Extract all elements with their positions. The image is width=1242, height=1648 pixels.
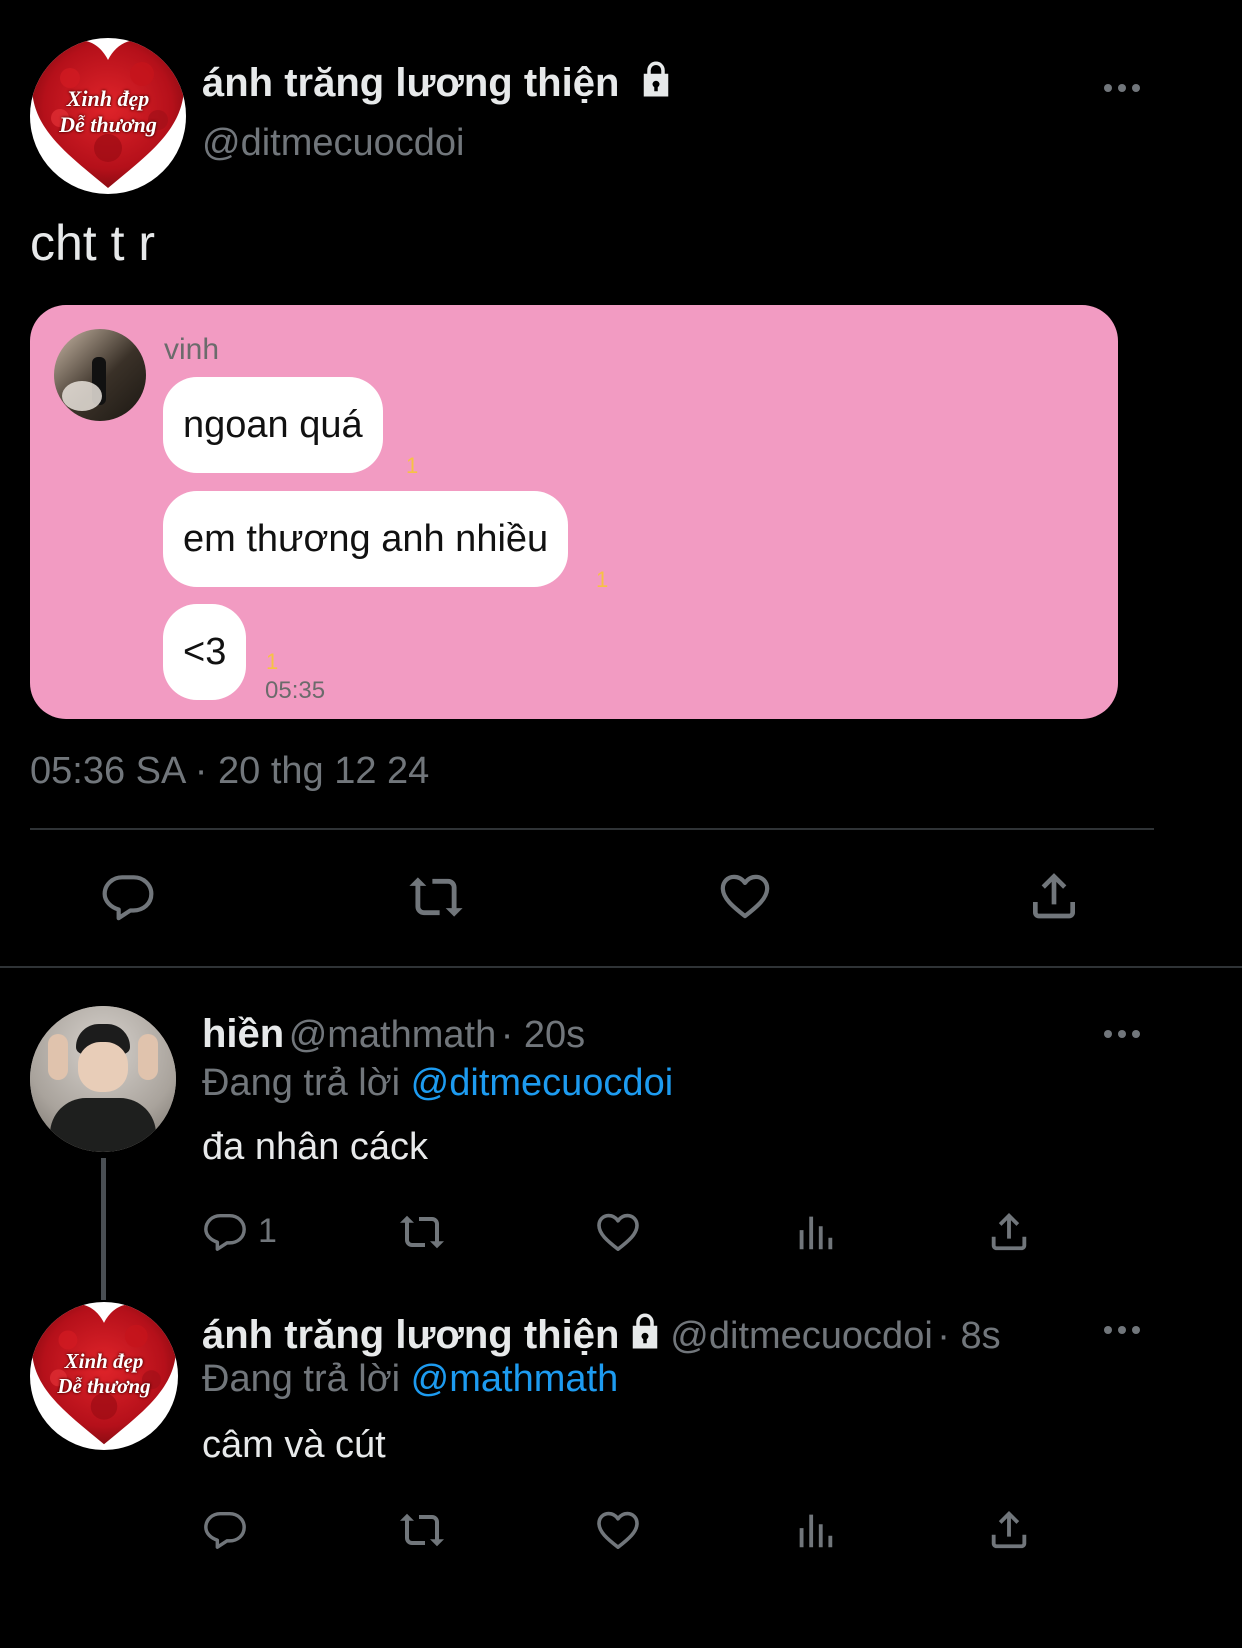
chat-bubble: <3 <box>163 604 247 700</box>
like-icon[interactable] <box>594 1208 642 1256</box>
tweet-timestamp[interactable]: 05:36 SA · 20 thg 12 24 <box>30 750 429 793</box>
avatar-text: Xinh đẹp <box>64 1349 144 1373</box>
read-count: 1 <box>266 649 279 674</box>
avatar-text: Dễ thương <box>59 112 157 137</box>
reply-header: ánh trăng lương thiện @ditmecuocdoi · 8s <box>202 1310 1001 1358</box>
like-icon[interactable] <box>594 1506 642 1554</box>
chat-bubble: em thương anh nhiều <box>163 491 569 587</box>
like-icon[interactable] <box>716 868 774 924</box>
retweet-icon[interactable] <box>396 1506 448 1554</box>
share-icon[interactable] <box>986 1206 1032 1256</box>
chat-sender: vinh <box>164 333 220 366</box>
avatar[interactable]: Xinh đẹp Dễ thương <box>30 1302 178 1450</box>
replying-to: Đang trả lời @ditmecuocdoi <box>202 1062 673 1105</box>
replying-to: Đang trả lời @mathmath <box>202 1358 618 1401</box>
mention-link[interactable]: @ditmecuocdoi <box>411 1062 673 1104</box>
replying-to-label: Đang trả lời <box>202 1062 401 1104</box>
display-name[interactable]: ánh trăng lương thiện <box>202 1313 619 1357</box>
share-icon[interactable] <box>1026 866 1082 924</box>
reply-icon[interactable] <box>202 1506 248 1552</box>
more-icon[interactable] <box>1104 1028 1144 1040</box>
display-name[interactable]: hiền <box>202 1012 284 1056</box>
mention-link[interactable]: @mathmath <box>411 1358 619 1400</box>
retweet-icon[interactable] <box>396 1208 448 1256</box>
avatar[interactable] <box>30 1006 176 1152</box>
post-age[interactable]: · 8s <box>937 1315 1000 1357</box>
tweet-text: câm và cút <box>202 1424 386 1466</box>
handle[interactable]: @ditmecuocdoi <box>670 1315 932 1357</box>
replying-to-label: Đang trả lời <box>202 1358 401 1400</box>
handle[interactable]: @mathmath <box>289 1014 497 1056</box>
tweet-text: đa nhân cáck <box>202 1126 429 1168</box>
read-count: 1 <box>406 453 419 478</box>
reply-icon[interactable] <box>100 868 156 924</box>
more-icon[interactable] <box>1104 1324 1144 1336</box>
share-icon[interactable] <box>986 1504 1032 1554</box>
chat-bubble: ngoan quá <box>163 377 383 473</box>
thread-line <box>101 1158 106 1300</box>
reply-icon[interactable] <box>202 1208 248 1254</box>
chat-avatar <box>54 329 146 421</box>
views-icon[interactable] <box>792 1208 838 1256</box>
reply-count: 1 <box>258 1212 277 1250</box>
read-count: 1 <box>596 567 609 592</box>
divider <box>30 828 1154 830</box>
tweet-text: cht t r <box>30 215 156 271</box>
divider <box>0 966 1242 968</box>
tweet-media[interactable]: vinh ngoan quá 1 em thương anh nhiều 1 <… <box>30 305 1118 719</box>
display-name[interactable]: ánh trăng lương thiện <box>202 58 677 106</box>
handle[interactable]: @ditmecuocdoi <box>202 122 464 165</box>
avatar[interactable]: Xinh đẹp Dễ thương <box>30 38 186 194</box>
more-icon[interactable] <box>1104 82 1144 94</box>
chat-time: 05:35 <box>265 677 326 704</box>
reply-header: hiền @mathmath · 20s <box>202 1012 585 1057</box>
post-age[interactable]: · 20s <box>501 1014 585 1056</box>
lock-icon <box>632 1313 658 1349</box>
retweet-icon[interactable] <box>404 868 468 926</box>
views-icon[interactable] <box>792 1506 838 1554</box>
display-name-text: ánh trăng lương thiện <box>202 61 620 105</box>
lock-icon <box>643 61 668 97</box>
avatar-text: Xinh đẹp <box>66 86 150 111</box>
avatar-text: Dễ thương <box>57 1374 151 1398</box>
